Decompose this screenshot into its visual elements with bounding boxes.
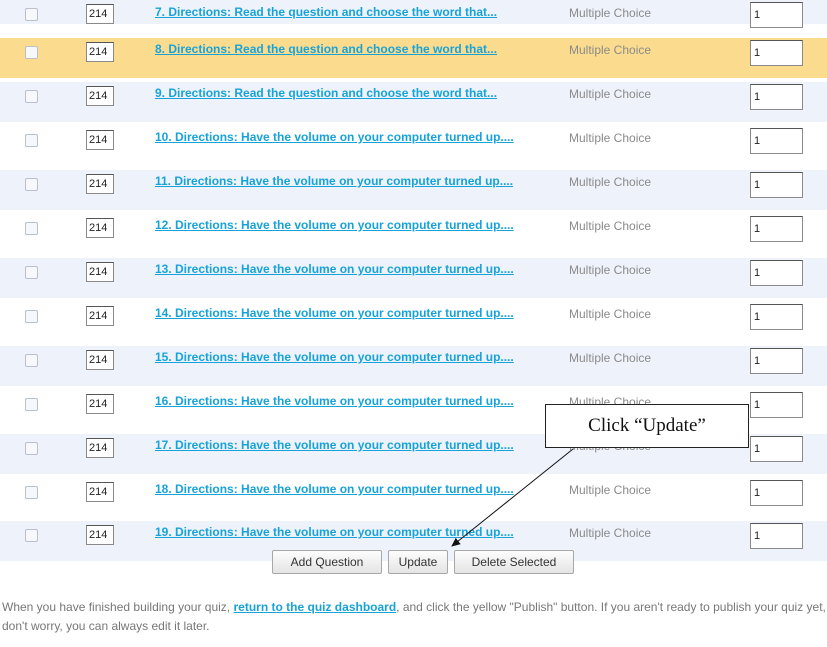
points-input[interactable]: 1 xyxy=(750,260,803,286)
table-row: 214 10. Directions: Have the volume on yo… xyxy=(0,126,827,166)
question-link[interactable]: 11. Directions: Have the volume on your … xyxy=(155,175,525,188)
question-type: Multiple Choice xyxy=(569,131,652,145)
question-order-field[interactable]: 214 xyxy=(86,218,114,238)
row-select-checkbox[interactable] xyxy=(25,266,38,279)
action-buttons: Add Question Update Delete Selected xyxy=(0,550,827,574)
question-order-field[interactable]: 214 xyxy=(86,525,114,545)
question-order-field[interactable]: 214 xyxy=(86,130,114,150)
points-input[interactable]: 1 xyxy=(750,392,803,418)
row-select-checkbox[interactable] xyxy=(25,8,38,21)
question-link[interactable]: 10. Directions: Have the volume on your … xyxy=(155,131,525,144)
question-order-field[interactable]: 214 xyxy=(86,42,114,62)
points-input[interactable]: 1 xyxy=(750,216,803,242)
table-row: 214 13. Directions: Have the volume on yo… xyxy=(0,258,827,298)
points-input[interactable]: 1 xyxy=(750,40,803,66)
question-type: Multiple Choice xyxy=(569,351,652,365)
question-type: Multiple Choice xyxy=(569,263,652,277)
update-button[interactable]: Update xyxy=(388,550,448,574)
question-link[interactable]: 15. Directions: Have the volume on your … xyxy=(155,351,525,364)
question-link[interactable]: 19. Directions: Have the volume on your … xyxy=(155,526,525,539)
table-row: 214 8. Directions: Read the question and … xyxy=(0,38,827,78)
points-input[interactable]: 1 xyxy=(750,84,803,110)
quiz-dashboard-link[interactable]: return to the quiz dashboard xyxy=(233,600,396,614)
question-link[interactable]: 9. Directions: Read the question and cho… xyxy=(155,87,525,100)
points-input[interactable]: 1 xyxy=(750,2,803,28)
table-row: 214 11. Directions: Have the volume on yo… xyxy=(0,170,827,210)
question-type: Multiple Choice xyxy=(569,219,652,233)
row-select-checkbox[interactable] xyxy=(25,486,38,499)
points-input[interactable]: 1 xyxy=(750,436,803,462)
question-link[interactable]: 13. Directions: Have the volume on your … xyxy=(155,263,525,276)
row-select-checkbox[interactable] xyxy=(25,222,38,235)
question-type: Multiple Choice xyxy=(569,526,652,540)
table-row: 214 12. Directions: Have the volume on yo… xyxy=(0,214,827,254)
question-order-field[interactable]: 214 xyxy=(86,262,114,282)
table-row: 214 14. Directions: Have the volume on yo… xyxy=(0,302,827,342)
table-row: 214 9. Directions: Read the question and … xyxy=(0,82,827,122)
question-type: Multiple Choice xyxy=(569,6,652,20)
row-select-checkbox[interactable] xyxy=(25,178,38,191)
question-type: Multiple Choice xyxy=(569,87,652,101)
question-type: Multiple Choice xyxy=(569,175,652,189)
row-select-checkbox[interactable] xyxy=(25,134,38,147)
row-select-checkbox[interactable] xyxy=(25,354,38,367)
table-row: 214 18. Directions: Have the volume on yo… xyxy=(0,478,827,518)
update-callout: Click “Update” xyxy=(545,404,749,448)
footer-instructions: When you have finished building your qui… xyxy=(0,598,827,636)
points-input[interactable]: 1 xyxy=(750,348,803,374)
question-order-field[interactable]: 214 xyxy=(86,174,114,194)
question-type: Multiple Choice xyxy=(569,43,652,57)
question-type: Multiple Choice xyxy=(569,307,652,321)
question-link[interactable]: 16. Directions: Have the volume on your … xyxy=(155,395,525,408)
question-order-field[interactable]: 214 xyxy=(86,394,114,414)
question-link[interactable]: 18. Directions: Have the volume on your … xyxy=(155,483,525,496)
points-input[interactable]: 1 xyxy=(750,128,803,154)
delete-selected-button[interactable]: Delete Selected xyxy=(454,550,574,574)
points-input[interactable]: 1 xyxy=(750,304,803,330)
question-link[interactable]: 7. Directions: Read the question and cho… xyxy=(155,6,525,19)
question-link[interactable]: 17. Directions: Have the volume on your … xyxy=(155,439,525,452)
row-select-checkbox[interactable] xyxy=(25,529,38,542)
row-select-checkbox[interactable] xyxy=(25,398,38,411)
footer-text-before: When you have finished building your qui… xyxy=(2,600,234,614)
question-order-field[interactable]: 214 xyxy=(86,4,114,24)
question-order-field[interactable]: 214 xyxy=(86,86,114,106)
table-row: 214 15. Directions: Have the volume on yo… xyxy=(0,346,827,386)
row-select-checkbox[interactable] xyxy=(25,46,38,59)
question-order-field[interactable]: 214 xyxy=(86,438,114,458)
row-select-checkbox[interactable] xyxy=(25,442,38,455)
question-order-field[interactable]: 214 xyxy=(86,306,114,326)
question-link[interactable]: 8. Directions: Read the question and cho… xyxy=(155,43,525,56)
add-question-button[interactable]: Add Question xyxy=(272,550,382,574)
question-link[interactable]: 14. Directions: Have the volume on your … xyxy=(155,307,525,320)
points-input[interactable]: 1 xyxy=(750,172,803,198)
row-select-checkbox[interactable] xyxy=(25,90,38,103)
question-order-field[interactable]: 214 xyxy=(86,482,114,502)
points-input[interactable]: 1 xyxy=(750,480,803,506)
question-link[interactable]: 12. Directions: Have the volume on your … xyxy=(155,219,525,232)
points-input[interactable]: 1 xyxy=(750,523,803,549)
question-order-field[interactable]: 214 xyxy=(86,350,114,370)
table-row: 214 7. Directions: Read the question and … xyxy=(0,0,827,28)
row-select-checkbox[interactable] xyxy=(25,310,38,323)
question-type: Multiple Choice xyxy=(569,483,652,497)
